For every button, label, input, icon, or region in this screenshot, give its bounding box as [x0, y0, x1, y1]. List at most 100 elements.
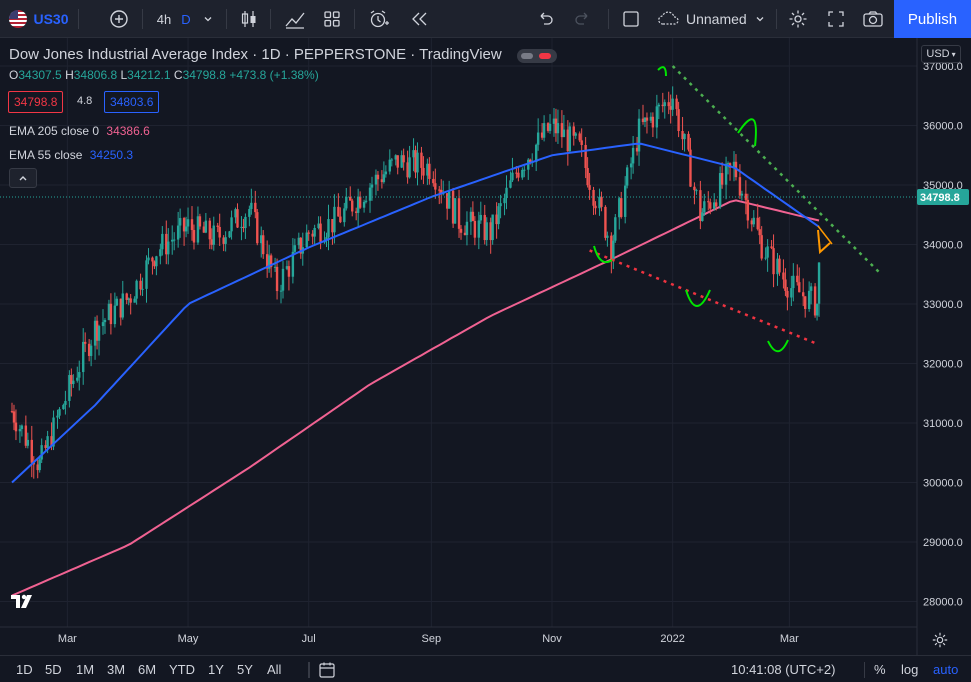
range-1m-button[interactable]: 1M [76, 656, 94, 682]
candle-body [782, 272, 785, 280]
buy-price-button[interactable]: 34803.6 [104, 91, 160, 113]
range-5d-button[interactable]: 5D [45, 656, 62, 682]
candle-body [333, 206, 336, 233]
candle-body [623, 185, 627, 217]
compare-add-button[interactable] [106, 0, 132, 38]
candle-body [358, 196, 362, 208]
candle-body [746, 199, 750, 221]
log-scale-toggle[interactable]: log [901, 656, 918, 682]
candle-body [345, 196, 348, 209]
candle-body [701, 212, 704, 222]
range-ytd-button[interactable]: YTD [169, 656, 195, 682]
indicators-button[interactable] [282, 0, 308, 38]
candle-body [798, 282, 801, 293]
candle-body [766, 246, 769, 258]
candle-body [388, 159, 392, 172]
candle-body [740, 193, 744, 196]
time-axis: Mar May Jul Sep Nov 2022 Mar [58, 633, 799, 645]
candle-body [803, 296, 807, 310]
candle-body [198, 216, 202, 227]
candle-body [473, 220, 477, 238]
settings-button[interactable] [785, 0, 811, 38]
symbol-search[interactable]: US30 [8, 0, 70, 38]
candle-body [151, 257, 154, 262]
candle-body [758, 229, 761, 236]
candle-body [574, 133, 577, 136]
range-3m-button[interactable]: 3M [107, 656, 125, 682]
axis-settings-button[interactable] [931, 631, 951, 649]
candle-body [420, 152, 423, 168]
layout-name-dropdown[interactable]: Unnamed [656, 0, 768, 38]
range-1d-button[interactable]: 1D [16, 656, 33, 682]
candle-body [764, 257, 767, 259]
collapse-legend-button[interactable] [9, 168, 37, 188]
candle-body [491, 214, 494, 241]
candle-body [720, 173, 724, 185]
candle-body [586, 168, 589, 186]
ema-205-value: 34386.6 [106, 124, 150, 138]
range-5y-button[interactable]: 5Y [237, 656, 253, 682]
undo-icon [540, 12, 553, 25]
candle-body [693, 186, 696, 191]
replay-button[interactable] [406, 0, 432, 38]
undo-button[interactable] [532, 0, 558, 38]
interval-4h-button[interactable]: 4h [152, 0, 176, 38]
redo-button[interactable] [570, 0, 596, 38]
interval-label: 4h [156, 11, 172, 27]
candle-body [580, 140, 583, 145]
fullscreen-button[interactable] [823, 0, 849, 38]
candle-body [459, 228, 463, 233]
tradingview-logo-icon [11, 594, 32, 608]
interval-dropdown[interactable] [198, 0, 218, 38]
candle-body [465, 221, 469, 236]
candle-body [279, 290, 283, 292]
candle-body [509, 180, 512, 188]
range-all-button[interactable]: All [267, 656, 281, 682]
candle-body [76, 377, 79, 381]
tradingview-logo[interactable] [10, 592, 38, 614]
candle-body [453, 198, 457, 224]
price-tick-label: 36000.0 [923, 121, 963, 133]
candle-body [275, 266, 279, 292]
candle-body [651, 116, 655, 128]
layout-name: Unnamed [686, 11, 747, 27]
range-6m-button[interactable]: 6M [138, 656, 156, 682]
auto-scale-toggle[interactable]: auto [933, 656, 958, 682]
candle-body [752, 217, 755, 225]
templates-button[interactable] [319, 0, 345, 38]
candle-body [281, 268, 285, 291]
ema-205-path [11, 199, 820, 597]
interval-d-button[interactable]: D [177, 0, 195, 38]
high-value: 34806.8 [73, 68, 118, 82]
fullscreen-layout-button[interactable] [618, 0, 644, 38]
candle-body [562, 129, 566, 138]
snapshot-button[interactable] [860, 0, 886, 38]
toolbar-divider [608, 9, 609, 29]
candle-body [343, 208, 346, 223]
candle-body [760, 235, 763, 259]
candle-body [511, 172, 514, 181]
candle-body [58, 409, 61, 416]
candle-body [141, 288, 144, 290]
rewind-icon [412, 12, 427, 26]
alert-button[interactable] [366, 0, 392, 38]
chart-legend-title[interactable]: Dow Jones Industrial Average Index · 1D … [9, 46, 502, 63]
candle-body [161, 233, 164, 250]
candle-body [667, 102, 670, 107]
ema-55-legend[interactable]: EMA 55 close 34250.3 [9, 148, 133, 162]
sell-price-button[interactable]: 34798.8 [8, 91, 64, 113]
chart-type-button[interactable] [236, 0, 262, 38]
currency-selector[interactable]: USD ▾ [921, 45, 961, 63]
clock-timezone[interactable]: 10:41:08 (UTC+2) [731, 656, 835, 682]
publish-button[interactable]: Publish [894, 0, 971, 38]
candle-body [384, 171, 388, 175]
candle-body [738, 177, 742, 196]
candle-body [337, 206, 340, 217]
market-status-toggle[interactable] [517, 49, 557, 63]
candle-body [457, 198, 461, 229]
percent-scale-toggle[interactable]: % [874, 656, 886, 682]
spread-value: 4.8 [77, 95, 93, 107]
ema-205-legend[interactable]: EMA 205 close 0 34386.6 [9, 124, 150, 138]
goto-date-button[interactable] [318, 656, 336, 682]
range-1y-button[interactable]: 1Y [208, 656, 224, 682]
